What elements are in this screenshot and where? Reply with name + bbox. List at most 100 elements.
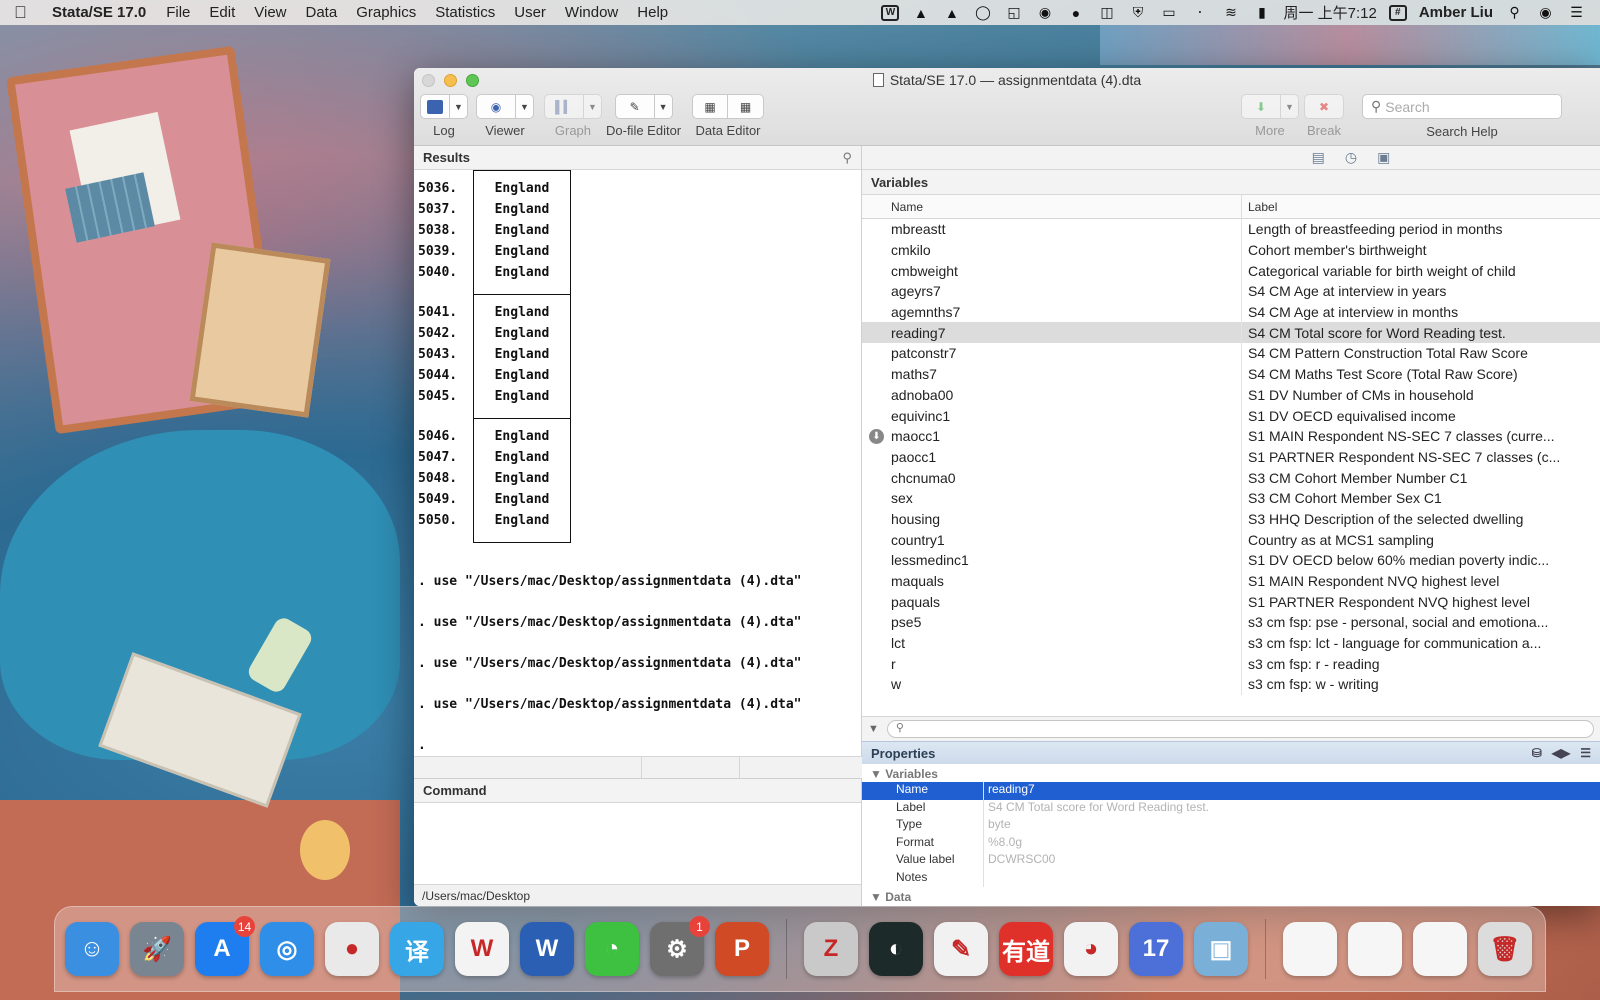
safari-icon[interactable]: ◎ (260, 922, 314, 976)
stata-icon[interactable]: 17 (1129, 922, 1183, 976)
variable-row[interactable]: agemnths7 S4 CM Age at interview in month… (862, 301, 1600, 323)
property-row[interactable]: Type byte (862, 817, 1600, 835)
variable-row[interactable]: w s3 cm fsp: w - writing (862, 674, 1600, 695)
shield-tray-icon[interactable]: ⛨ (1128, 4, 1147, 21)
variable-row[interactable]: maths7 S4 CM Maths Test Score (Total Raw … (862, 363, 1600, 385)
variables-list[interactable]: mbreastt Length of breastfeeding period i… (862, 219, 1600, 716)
search-help-input[interactable]: ⚲ Search (1362, 94, 1562, 119)
variable-row[interactable]: lct s3 cm fsp: lct - language for communi… (862, 632, 1600, 654)
zotero-icon[interactable]: Z (804, 922, 858, 976)
document-thumb-3[interactable] (1413, 922, 1467, 976)
more-button[interactable]: ⬇ (1241, 94, 1281, 119)
prev-next-icon[interactable]: ◀▶ (1552, 746, 1570, 760)
menu-user[interactable]: User (514, 4, 546, 21)
menu-data[interactable]: Data (306, 4, 338, 21)
filter-icon[interactable]: ▼ (868, 723, 879, 735)
notification-icon[interactable]: ▲ (942, 4, 961, 21)
word-icon[interactable]: W (520, 922, 574, 976)
powerpoint-icon[interactable]: P (715, 922, 769, 976)
document-thumb-1[interactable] (1283, 922, 1337, 976)
menu-icon[interactable]: ☰ (1580, 746, 1591, 760)
variable-row[interactable]: ageyrs7 S4 CM Age at interview in years (862, 281, 1600, 302)
menu-file[interactable]: File (166, 4, 190, 21)
menu-statistics[interactable]: Statistics (435, 4, 495, 21)
app-store-icon[interactable]: A 14 (195, 916, 255, 976)
wps-icon[interactable]: W (455, 922, 509, 976)
variable-row[interactable]: reading7 S4 CM Total score for Word Readi… (862, 322, 1600, 344)
variable-row[interactable]: sex S3 CM Cohort Member Sex C1 (862, 487, 1600, 509)
property-row[interactable]: Format %8.0g (862, 834, 1600, 852)
variable-row[interactable]: pse5 s3 cm fsp: pse - personal, social an… (862, 612, 1600, 633)
download-icon[interactable]: ⬇ (869, 428, 884, 444)
command-input[interactable] (414, 803, 861, 883)
variable-row[interactable]: country1 Country as at MCS1 sampling (862, 529, 1600, 550)
system-preferences-icon[interactable]: ⚙ 1 (650, 916, 710, 976)
history-panel-icon[interactable]: ◷ (1345, 149, 1357, 166)
menu-view[interactable]: View (254, 4, 286, 21)
wechat-icon[interactable]: ◔ (585, 922, 639, 976)
variable-row[interactable]: lessmedinc1 S1 DV OECD below 60% median p… (862, 550, 1600, 571)
variable-row[interactable]: equivinc1 S1 DV OECD equivalised income (862, 405, 1600, 426)
document-thumb-2[interactable] (1348, 922, 1402, 976)
wechat-tray-icon[interactable]: ◯ (973, 4, 992, 21)
input-method-icon[interactable]: # (1388, 4, 1407, 21)
variable-row[interactable]: cmbweight Categorical variable for birth … (862, 260, 1600, 282)
lock-icon[interactable]: ⛁ (1532, 746, 1542, 760)
variable-row[interactable]: ⬇ maocc1 S1 MAIN Respondent NS-SEC 7 class… (862, 425, 1600, 447)
menu-help[interactable]: Help (637, 4, 668, 21)
variables-filter-input[interactable]: ⚲ (886, 720, 1594, 738)
dofile-dropdown-button[interactable]: ▼ (654, 94, 673, 119)
qq-icon[interactable]: ◕ (1064, 922, 1118, 976)
log-button[interactable] (420, 94, 450, 119)
viewer-dropdown-button[interactable]: ▼ (516, 94, 534, 119)
app-menu[interactable]: Stata/SE 17.0 (52, 4, 146, 21)
menu-graphics[interactable]: Graphics (356, 4, 416, 21)
bluetooth-icon[interactable]: ᛫ (1190, 4, 1209, 21)
menu-window[interactable]: Window (565, 4, 618, 21)
properties-group-data[interactable]: ▼ Data (862, 887, 1600, 905)
graph-dropdown-button[interactable]: ▼ (584, 94, 602, 119)
results-output[interactable]: 5036. England 5037. England 5038. England 5… (414, 170, 861, 778)
chat-bubble-icon[interactable]: ◱ (1004, 4, 1023, 21)
preview-icon[interactable]: ▣ (1194, 922, 1248, 976)
translate-icon[interactable]: 译 (390, 922, 444, 976)
bell-icon[interactable]: ▲ (911, 4, 930, 21)
property-row[interactable]: Notes (862, 869, 1600, 887)
variable-row[interactable]: patconstr7 S4 CM Pattern Construction Tot… (862, 343, 1600, 364)
variable-row[interactable]: paquals S1 PARTNER Respondent NVQ highest… (862, 591, 1600, 613)
property-row[interactable]: Label S4 CM Total score for Word Reading … (862, 799, 1600, 817)
layout-tray-icon[interactable]: ◫ (1097, 4, 1116, 21)
property-row[interactable]: Name reading7 (862, 782, 1600, 800)
clock[interactable]: 周一 上午7:12 (1283, 2, 1376, 23)
wps-tray-icon[interactable]: W (881, 4, 900, 21)
apple-menu-icon[interactable]:  (14, 3, 30, 23)
control-center-icon[interactable]: ☰ (1567, 4, 1586, 21)
variable-row[interactable]: housing S3 HHQ Description of the selecte… (862, 508, 1600, 530)
variable-row[interactable]: r s3 cm fsp: r - reading (862, 653, 1600, 675)
break-button[interactable]: ✖ (1304, 94, 1344, 119)
finder-icon[interactable]: ☺ (65, 922, 119, 976)
variable-row[interactable]: mbreastt Length of breastfeeding period i… (862, 219, 1600, 240)
dofile-editor-button[interactable]: ✎ (614, 94, 655, 119)
variable-row[interactable]: adnoba00 S1 DV Number of CMs in household (862, 384, 1600, 406)
results-horizontal-scrollbar[interactable] (414, 756, 862, 778)
spotlight-search-icon[interactable]: ⚲ (1505, 4, 1524, 21)
more-dropdown-button[interactable]: ▼ (1281, 94, 1299, 119)
menu-edit[interactable]: Edit (209, 4, 235, 21)
pangolin-icon[interactable]: ◐ (869, 922, 923, 976)
wifi-icon[interactable]: ≋ (1221, 4, 1240, 21)
folder-panel-icon[interactable]: ▣ (1377, 149, 1390, 166)
property-row[interactable]: Value label DCWRSC00 (862, 852, 1600, 870)
user-menu[interactable]: Amber Liu (1419, 4, 1493, 21)
log-dropdown-button[interactable]: ▼ (450, 94, 468, 119)
siri-icon[interactable]: ◉ (1536, 4, 1555, 21)
variable-row[interactable]: chcnuma0 S3 CM Cohort Member Number C1 (862, 467, 1600, 488)
chrome-icon[interactable]: ● (325, 922, 379, 976)
trash-icon[interactable]: 🗑 (1478, 922, 1532, 976)
launchpad-icon[interactable]: 🚀 (130, 922, 184, 976)
column-header-name[interactable]: Name (862, 195, 1242, 218)
circle-tray-icon[interactable]: ● (1066, 4, 1085, 21)
battery-icon[interactable]: ▮ (1252, 4, 1271, 21)
notes-icon[interactable]: ✎ (934, 922, 988, 976)
data-browser-button[interactable]: ▦ (728, 94, 764, 119)
